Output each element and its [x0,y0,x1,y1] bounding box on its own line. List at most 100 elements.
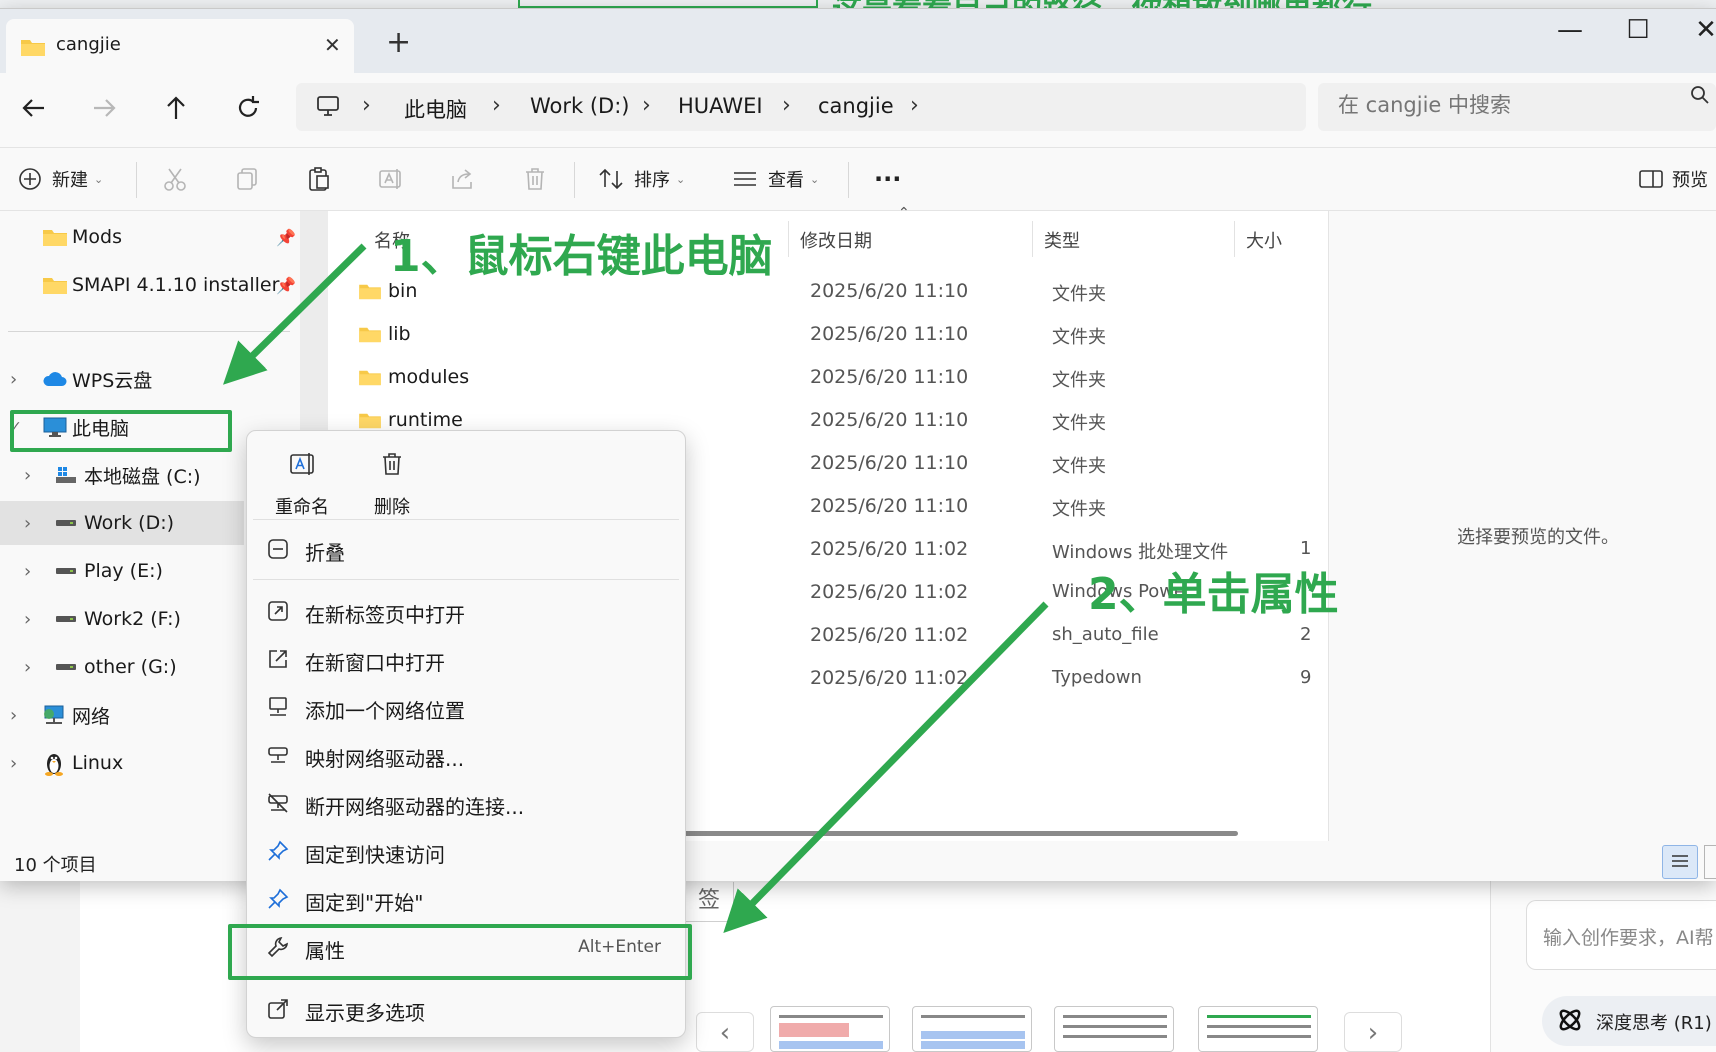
forward-arrow-icon[interactable] [86,93,122,123]
sidebar-item-label: Linux [72,752,124,774]
up-arrow-icon[interactable] [158,93,194,123]
tab-cangjie[interactable]: cangjie ✕ [6,19,354,73]
menu-item-disconnect-network-drive[interactable]: 断开网络驱动器的连接... [253,781,679,825]
table-row[interactable]: lib 2025/6/20 11:10 文件夹 [358,316,1318,355]
menu-item-pin-start[interactable]: 固定到"开始" [253,877,679,921]
more-options-button[interactable]: ··· [874,148,901,210]
delete-icon[interactable] [522,166,548,192]
minimize-button[interactable]: — [1540,15,1600,45]
chevron-right-icon[interactable]: › [24,465,31,486]
back-arrow-icon[interactable] [16,93,52,123]
annotation-step1: 1、鼠标右键此电脑 [390,231,773,282]
table-row[interactable]: modules 2025/6/20 11:10 文件夹 [358,359,1318,398]
deep-think-icon [1559,1009,1581,1031]
slide-next-button[interactable]: › [1344,1012,1402,1052]
menu-item-open-new-window[interactable]: 在新窗口中打开 [253,637,679,681]
sidebar-item-label: Work (D:) [84,512,175,534]
slide-thumbnail[interactable] [912,1006,1032,1052]
annotation-highlight-this-pc [10,410,232,452]
file-date: 2025/6/20 11:10 [810,280,969,302]
column-header-modified[interactable]: 修改日期 [800,227,872,253]
share-icon[interactable] [450,166,476,192]
background-tag-tab[interactable]: 签 [684,882,734,922]
chevron-down-icon: ⌄ [810,172,820,186]
menu-item-pin-quick-access[interactable]: 固定到快速访问 [253,829,679,873]
computer-icon [317,96,339,116]
context-rename-button[interactable]: 重命名 [257,445,347,521]
breadcrumb-separator[interactable]: › [362,93,371,118]
search-input[interactable] [1338,93,1668,117]
delete-label: 删除 [374,497,410,518]
close-button[interactable]: ✕ [1676,15,1716,45]
sidebar-item-mods[interactable]: Mods 📌 [0,215,300,259]
search-icon[interactable] [1690,85,1710,105]
chevron-right-icon[interactable]: › [24,657,31,678]
pin-icon[interactable]: 📌 [276,228,296,247]
cloud-icon [43,372,67,386]
chevron-right-icon[interactable]: › [10,753,17,774]
drive-icon [56,568,76,574]
slide-thumbnail[interactable] [770,1006,890,1052]
menu-item-show-more-options[interactable]: 显示更多选项 [253,987,679,1031]
sort-button[interactable]: 排序 ⌄ [598,148,685,210]
preview-label: 预览 [1672,170,1708,191]
horizontal-scrollbar[interactable] [658,831,1238,836]
breadcrumb-huawei[interactable]: HUAWEI [678,94,763,118]
sidebar-item-label: Mods [72,226,122,248]
pin-icon[interactable]: 📌 [276,276,296,295]
slide-prev-button[interactable]: ‹ [696,1012,754,1052]
maximize-button[interactable]: ☐ [1608,15,1668,45]
new-tab-button[interactable]: + [386,25,411,60]
chevron-right-icon[interactable]: › [24,609,31,630]
search-box[interactable] [1318,83,1716,131]
breadcrumb-separator[interactable]: › [782,93,791,118]
sidebar-item-drive-d[interactable]: › Work (D:) [0,501,244,545]
sidebar-item-smapi[interactable]: SMAPI 4.1.10 installer 📌 [0,263,300,307]
sidebar-item-wps-cloud[interactable]: › WPS云盘 [0,357,300,401]
column-header-size[interactable]: 大小 [1246,227,1282,253]
disconnect-drive-icon [268,793,288,813]
refresh-icon[interactable] [230,93,266,123]
column-header-type[interactable]: 类型 [1044,227,1080,253]
column-divider[interactable] [788,221,789,257]
breadcrumb-work-d[interactable]: Work (D:) [530,94,629,118]
chevron-right-icon[interactable]: › [24,513,31,534]
title-bar: cangjie ✕ + — ☐ ✕ [0,9,1716,73]
rename-icon[interactable] [378,166,404,192]
menu-item-label: 断开网络驱动器的连接... [305,795,525,819]
sort-label: 排序 [634,170,670,191]
chevron-right-icon[interactable]: › [24,561,31,582]
menu-divider [253,579,679,580]
menu-divider [253,519,679,520]
chevron-right-icon[interactable]: › [10,705,17,726]
breadcrumb-separator[interactable]: › [642,93,651,118]
menu-item-add-network-location[interactable]: 添加一个网络位置 [253,685,679,729]
view-button[interactable]: 查看 ⌄ [732,148,819,210]
details-view-button[interactable] [1662,845,1698,879]
new-button[interactable]: 新建 ⌄ [18,148,103,210]
breadcrumb-this-pc[interactable]: 此电脑 [404,94,467,124]
file-type: 文件夹 [1052,327,1106,348]
breadcrumb-cangjie[interactable]: cangjie [818,94,894,118]
column-divider[interactable] [1032,221,1033,257]
folder-icon [43,278,67,294]
cut-icon[interactable] [162,166,188,192]
slide-thumbnail[interactable] [1054,1006,1174,1052]
slide-thumbnail[interactable] [1198,1006,1318,1052]
menu-item-open-new-tab[interactable]: 在新标签页中打开 [253,589,679,633]
breadcrumb-separator[interactable]: › [910,93,919,118]
paste-icon[interactable] [306,166,332,192]
preview-pane-button[interactable]: 预览 [1638,148,1708,210]
menu-item-map-network-drive[interactable]: 映射网络驱动器... [253,733,679,777]
ai-prompt-input[interactable]: 输入创作要求，AI帮 [1526,900,1716,970]
chevron-right-icon[interactable]: › [10,369,17,390]
breadcrumb-separator[interactable]: › [492,93,501,118]
menu-item-collapse[interactable]: 折叠 [253,527,679,571]
address-bar[interactable]: › 此电脑 › Work (D:) › HUAWEI › cangjie › [296,83,1306,131]
context-delete-button[interactable]: 删除 [347,445,437,521]
tab-close-icon[interactable]: ✕ [324,33,341,57]
file-name: modules [388,366,470,388]
tiles-view-button[interactable] [1704,845,1716,879]
copy-icon[interactable] [234,166,260,192]
column-divider[interactable] [1234,221,1235,257]
